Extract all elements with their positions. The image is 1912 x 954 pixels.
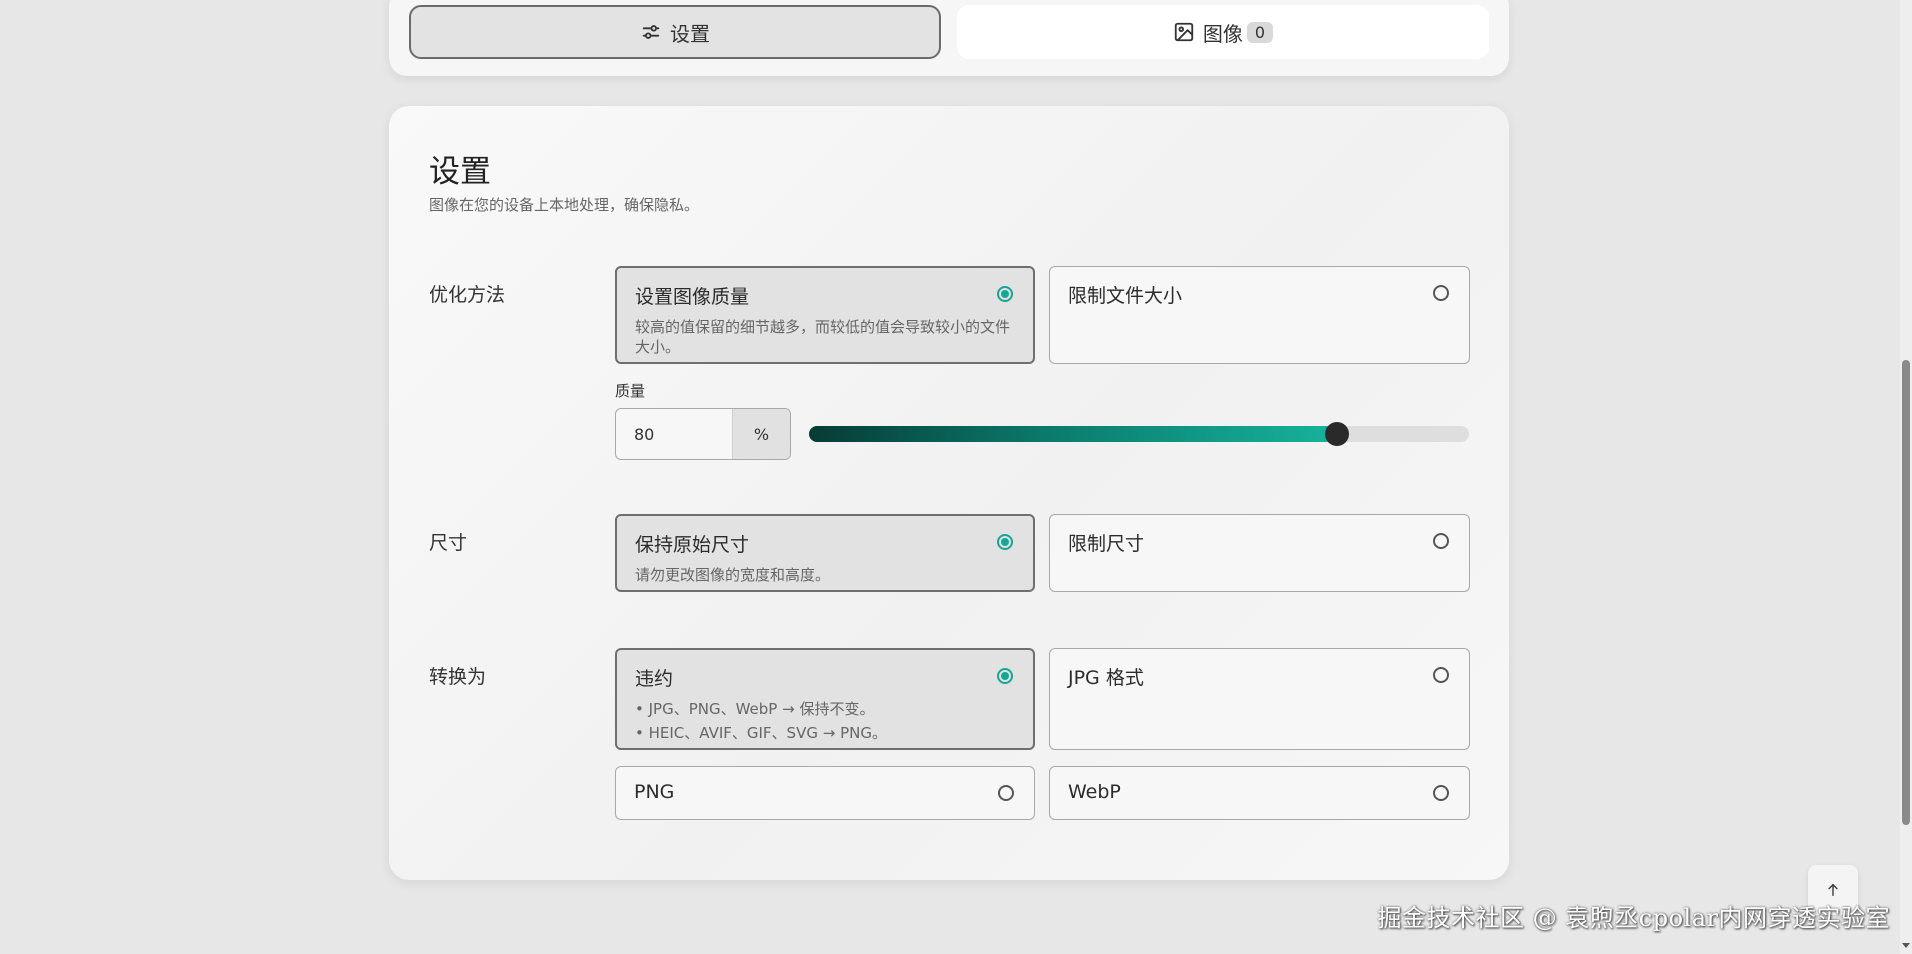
option-description: 较高的值保留的细节越多，而较低的值会导致较小的文件大小。 bbox=[635, 318, 1011, 356]
tab-bar: 设置 图像 0 bbox=[389, 0, 1509, 76]
option-title: PNG bbox=[634, 781, 675, 803]
option-title: 限制文件大小 bbox=[1068, 285, 1183, 307]
scrollbar-thumb[interactable] bbox=[1902, 360, 1910, 825]
quality-input[interactable] bbox=[616, 409, 732, 459]
option-title: JPG 格式 bbox=[1068, 667, 1144, 689]
convert-label: 转换为 bbox=[429, 666, 487, 688]
scroll-down-arrow-icon[interactable] bbox=[1902, 943, 1910, 948]
quality-unit: % bbox=[732, 409, 790, 459]
quality-label: 质量 bbox=[615, 382, 646, 400]
radio-empty-icon bbox=[998, 785, 1014, 801]
page-title: 设置 bbox=[429, 154, 491, 190]
option-title: 设置图像质量 bbox=[635, 286, 750, 308]
quality-input-group: % bbox=[615, 408, 791, 460]
image-icon bbox=[1174, 22, 1194, 42]
optimization-label: 优化方法 bbox=[429, 284, 506, 306]
tab-images[interactable]: 图像 0 bbox=[957, 5, 1489, 59]
quality-slider[interactable] bbox=[809, 422, 1469, 446]
tab-images-label: 图像 bbox=[1202, 21, 1243, 46]
option-convert-jpg[interactable]: JPG 格式 bbox=[1049, 648, 1470, 750]
settings-card: 设置 图像在您的设备上本地处理，确保隐私。 优化方法 设置图像质量 较高的值保留… bbox=[389, 106, 1509, 880]
image-count-badge: 0 bbox=[1246, 21, 1274, 43]
slider-fill bbox=[809, 426, 1337, 442]
option-title: 保持原始尺寸 bbox=[635, 534, 750, 556]
option-title: WebP bbox=[1068, 781, 1121, 803]
option-title: 违约 bbox=[635, 668, 674, 690]
dimensions-label: 尺寸 bbox=[429, 532, 468, 554]
option-title: 限制尺寸 bbox=[1068, 533, 1145, 555]
radio-empty-icon bbox=[1433, 667, 1449, 683]
option-keep-original-size[interactable]: 保持原始尺寸 请勿更改图像的宽度和高度。 bbox=[615, 514, 1035, 592]
radio-empty-icon bbox=[1433, 785, 1449, 801]
option-description: • JPG、PNG、WebP → 保持不变。 • HEIC、AVIF、GIF、S… bbox=[635, 699, 1015, 743]
radio-empty-icon bbox=[1433, 533, 1449, 549]
option-description: 请勿更改图像的宽度和高度。 bbox=[635, 566, 831, 584]
option-desc-line: • JPG、PNG、WebP → 保持不变。 bbox=[635, 700, 875, 718]
option-limit-file-size[interactable]: 限制文件大小 bbox=[1049, 266, 1470, 364]
option-image-quality[interactable]: 设置图像质量 较高的值保留的细节越多，而较低的值会导致较小的文件大小。 bbox=[615, 266, 1035, 364]
option-convert-default[interactable]: 违约 • JPG、PNG、WebP → 保持不变。 • HEIC、AVIF、GI… bbox=[615, 648, 1035, 750]
option-convert-png[interactable]: PNG bbox=[615, 766, 1035, 820]
option-limit-dimensions[interactable]: 限制尺寸 bbox=[1049, 514, 1470, 592]
sliders-icon bbox=[642, 25, 660, 39]
page-scrollbar[interactable] bbox=[1900, 0, 1912, 954]
option-convert-webp[interactable]: WebP bbox=[1049, 766, 1470, 820]
watermark: 掘金技术社区 @ 袁煦丞cpolar内网穿透实验室 bbox=[1377, 904, 1890, 932]
page-subtitle: 图像在您的设备上本地处理，确保隐私。 bbox=[429, 196, 700, 214]
radio-empty-icon bbox=[1433, 285, 1449, 301]
tab-settings[interactable]: 设置 bbox=[409, 5, 941, 59]
arrow-up-icon bbox=[1828, 883, 1838, 896]
radio-selected-icon bbox=[997, 534, 1013, 550]
radio-selected-icon bbox=[997, 668, 1013, 684]
tab-settings-label: 设置 bbox=[670, 21, 710, 46]
radio-selected-icon bbox=[997, 286, 1013, 302]
slider-thumb[interactable] bbox=[1325, 422, 1349, 446]
option-desc-line: • HEIC、AVIF、GIF、SVG → PNG。 bbox=[635, 724, 887, 742]
